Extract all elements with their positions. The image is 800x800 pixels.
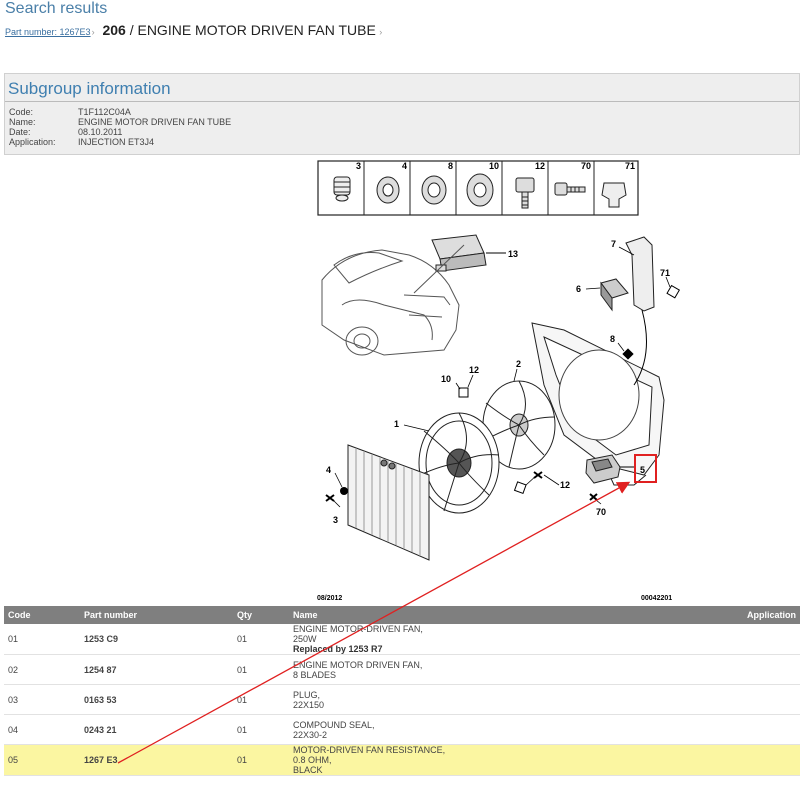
subgroup-info-panel: Subgroup information Code: T1F112C04A Nam…: [4, 73, 800, 155]
callout-7: 7: [611, 239, 616, 249]
callout-8: 8: [610, 334, 615, 344]
callout-10: 10: [441, 374, 451, 384]
subgroup-application: INJECTION ET3J4: [78, 137, 155, 147]
subgroup-info-title: Subgroup information: [8, 79, 171, 98]
chevron-right-icon: ›: [376, 27, 383, 37]
breadcrumb-part-link[interactable]: Part number: 1267E3: [5, 27, 91, 37]
col-qty[interactable]: Qty: [233, 606, 289, 624]
legend-num-10: 10: [489, 161, 499, 171]
col-name[interactable]: Name: [289, 606, 702, 624]
table-row-highlighted[interactable]: 05 1267 E3 01 MOTOR-DRIVEN FAN RESISTANC…: [4, 744, 800, 776]
plug-icon: [333, 176, 351, 202]
callout-71: 71: [660, 268, 670, 278]
col-code[interactable]: Code: [4, 606, 80, 624]
callout-5: 5: [640, 465, 645, 475]
relay-bracket: [600, 236, 655, 312]
seal-icon: [466, 173, 494, 207]
fan-resistance-module: [585, 454, 621, 484]
callout-2: 2: [516, 359, 521, 369]
callout-6: 6: [576, 284, 581, 294]
fastener-legend: 3 4 8 10 12 70 71: [317, 160, 639, 216]
breadcrumb-model: 206: [102, 22, 126, 38]
breadcrumb: Part number: 1267E3› 206 / ENGINE MOTOR …: [5, 22, 386, 38]
chevron-right-icon: ›: [91, 27, 95, 37]
table-row[interactable]: 03 0163 53 01 PLUG, 22X150: [4, 684, 800, 715]
table-row[interactable]: 02 1254 87 01 ENGINE MOTOR DRIVEN FAN, 8 …: [4, 654, 800, 685]
fan-motor-assembly: [418, 412, 500, 514]
search-results-title: Search results: [5, 0, 108, 17]
seal-icon: [421, 175, 447, 205]
legend-num-12: 12: [535, 161, 545, 171]
table-row[interactable]: 01 1253 C9 01 ENGINE MOTOR-DRIVEN FAN, 25…: [4, 624, 800, 655]
legend-num-71: 71: [625, 161, 635, 171]
breadcrumb-separator: /: [129, 22, 134, 38]
legend-num-3: 3: [356, 161, 361, 171]
diagram-image-code: 00042201: [641, 595, 672, 602]
parts-diagram[interactable]: 3 4 8 10 12 70 71 13 7 71 6 8 2 12 10 1 …: [4, 155, 800, 605]
legend-num-8: 8: [448, 161, 453, 171]
table-header-row: Code Part number Qty Name Application: [4, 606, 800, 624]
callout-4: 4: [326, 465, 331, 475]
callout-1: 1: [394, 419, 399, 429]
legend-num-70: 70: [581, 161, 591, 171]
parts-table: Code Part number Qty Name Application 01…: [4, 606, 800, 776]
col-application[interactable]: Application: [702, 606, 800, 624]
replacement-note: Replaced by 1253 R7: [293, 644, 383, 654]
radiator: [347, 444, 430, 561]
subgroup-code: T1F112C04A: [78, 107, 131, 117]
breadcrumb-subgroup: ENGINE MOTOR DRIVEN FAN TUBE: [137, 22, 376, 38]
subgroup-code-row: Code: T1F112C04A: [9, 107, 131, 117]
diagram-date-code: 08/2012: [317, 595, 342, 602]
callout-12: 12: [469, 365, 479, 375]
col-part-number[interactable]: Part number: [80, 606, 233, 624]
subgroup-name-row: Name: ENGINE MOTOR DRIVEN FAN TUBE: [9, 117, 232, 127]
seal-icon: [376, 176, 400, 204]
subgroup-application-row: Application: INJECTION ET3J4: [9, 137, 155, 147]
callout-13: 13: [508, 249, 518, 259]
legend-num-4: 4: [402, 161, 407, 171]
callout-70: 70: [596, 507, 606, 517]
callout-3: 3: [333, 515, 338, 525]
divider: [5, 101, 799, 102]
callout-12b: 12: [560, 480, 570, 490]
table-row[interactable]: 04 0243 21 01 COMPOUND SEAL, 22X30-2: [4, 714, 800, 745]
subgroup-date: 08.10.2011: [78, 127, 123, 137]
subgroup-date-row: Date: 08.10.2011: [9, 127, 123, 137]
subgroup-name: ENGINE MOTOR DRIVEN FAN TUBE: [78, 117, 232, 127]
